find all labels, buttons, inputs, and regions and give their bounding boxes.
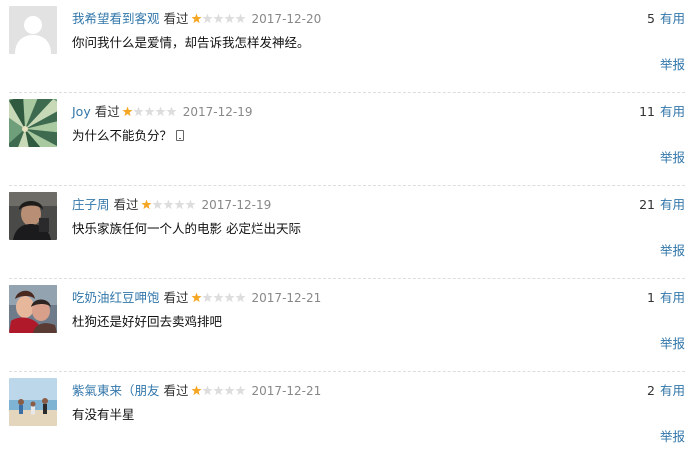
useful-button[interactable]: 有用 [660,197,685,212]
report-button[interactable]: 举报 [660,243,685,259]
star-empty-icon [151,199,163,210]
star-empty-icon [234,13,246,24]
comment-item: 我希望看到客观 看过 2017-12-20 5 有用 你问我什么是爱情，却告诉我怎样发… [0,0,691,93]
user-avatar[interactable] [9,99,57,147]
comment-text: 杜狗还是好好回去卖鸡排吧 [72,313,222,331]
username-link[interactable]: 紫氣東来（朋友 [72,383,160,398]
star-empty-icon [212,292,224,303]
watched-label: 看过 [163,11,189,26]
comment-header: Joy 看过 2017-12-19 [72,103,253,121]
star-filled-icon [190,13,202,24]
report-button[interactable]: 举报 [660,429,685,445]
star-empty-icon [223,292,235,303]
star-empty-icon [144,106,155,117]
rating-stars [190,385,246,396]
star-empty-icon [201,13,213,24]
comment-date: 2017-12-20 [251,12,322,26]
couple-photo-icon [9,285,57,333]
star-empty-icon [173,199,185,210]
user-avatar[interactable] [9,285,57,333]
votes-area: 1 有用 [647,289,685,307]
mobile-phone-icon [176,130,185,141]
star-filled-icon [190,385,202,396]
comment-list: 我希望看到客观 看过 2017-12-20 5 有用 你问我什么是爱情，却告诉我怎样发… [0,0,691,449]
comment-header: 紫氣東来（朋友 看过 2017-12-21 [72,382,321,400]
vote-count: 2 [647,383,655,398]
comment-text-content: 你问我什么是爱情，却告诉我怎样发神经。 [72,35,310,50]
star-empty-icon [234,292,246,303]
comment-header: 吃奶油红豆呷饱 看过 2017-12-21 [72,289,321,307]
votes-area: 11 有用 [639,103,685,121]
watched-label: 看过 [113,197,139,212]
comment-header: 我希望看到客观 看过 2017-12-20 [72,10,321,28]
star-empty-icon [201,385,213,396]
username-link[interactable]: Joy [72,104,91,119]
votes-area: 5 有用 [647,10,685,28]
username-link[interactable]: 吃奶油红豆呷饱 [72,290,160,305]
rating-stars [140,199,196,210]
star-filled-icon [122,106,133,117]
user-avatar[interactable] [9,6,57,54]
username-link[interactable]: 庄子周 [72,197,110,212]
comment-header: 庄子周 看过 2017-12-19 [72,196,271,214]
default-avatar-icon [9,6,57,54]
comment-date: 2017-12-21 [251,291,322,305]
votes-area: 2 有用 [647,382,685,400]
vote-count: 5 [647,11,655,26]
star-empty-icon [133,106,144,117]
username-link[interactable]: 我希望看到客观 [72,11,160,26]
portrait-photo-icon [9,192,57,240]
watched-label: 看过 [163,383,189,398]
comment-item: 紫氣東来（朋友 看过 2017-12-21 2 有用 有没有半星 举报 [0,372,691,465]
rating-stars [190,13,246,24]
report-button[interactable]: 举报 [660,150,685,166]
comment-item: 吃奶油红豆呷饱 看过 2017-12-21 1 有用 杜狗还是好好回去卖鸡排吧 举报 [0,279,691,372]
umbrella-photo-icon [9,99,57,147]
user-avatar[interactable] [9,192,57,240]
star-empty-icon [201,292,213,303]
star-empty-icon [166,106,177,117]
comment-date: 2017-12-19 [201,198,272,212]
votes-area: 21 有用 [639,196,685,214]
comment-date: 2017-12-19 [182,105,253,119]
star-empty-icon [162,199,174,210]
comment-text-content: 快乐家族任何一个人的电影 必定烂出天际 [72,221,301,236]
report-button[interactable]: 举报 [660,336,685,352]
comment-item: Joy 看过 2017-12-19 11 有用 为什么不能负分？ 举报 [0,93,691,186]
comment-text-content: 为什么不能负分？ [72,128,173,143]
vote-count: 21 [639,197,655,212]
star-empty-icon [223,385,235,396]
comment-text: 你问我什么是爱情，却告诉我怎样发神经。 [72,34,310,52]
star-empty-icon [184,199,196,210]
vote-count: 1 [647,290,655,305]
rating-stars [190,292,246,303]
star-empty-icon [212,13,224,24]
useful-button[interactable]: 有用 [660,383,685,398]
star-empty-icon [234,385,246,396]
star-empty-icon [223,13,235,24]
report-button[interactable]: 举报 [660,57,685,73]
watched-label: 看过 [94,104,120,119]
user-avatar[interactable] [9,378,57,426]
star-filled-icon [190,292,202,303]
rating-stars [122,106,177,117]
useful-button[interactable]: 有用 [660,104,685,119]
comment-text-content: 有没有半星 [72,407,135,422]
useful-button[interactable]: 有用 [660,11,685,26]
star-filled-icon [140,199,152,210]
comment-text: 为什么不能负分？ [72,127,185,145]
beach-photo-icon [9,378,57,426]
comment-date: 2017-12-21 [251,384,322,398]
comment-text: 快乐家族任何一个人的电影 必定烂出天际 [72,220,301,238]
star-empty-icon [212,385,224,396]
vote-count: 11 [639,104,655,119]
comment-text: 有没有半星 [72,406,135,424]
comment-text-content: 杜狗还是好好回去卖鸡排吧 [72,314,223,329]
comment-item: 庄子周 看过 2017-12-19 21 有用 快乐家族任何一个人的电影 必定烂出天际… [0,186,691,279]
star-empty-icon [155,106,166,117]
watched-label: 看过 [163,290,189,305]
useful-button[interactable]: 有用 [660,290,685,305]
